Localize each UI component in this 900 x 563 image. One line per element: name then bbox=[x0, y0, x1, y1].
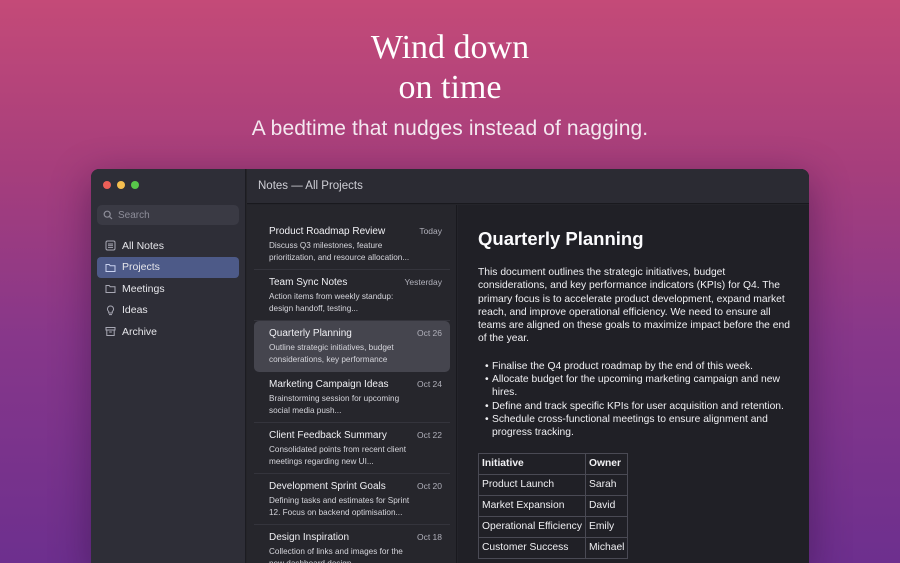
note-preview: Defining tasks and estimates for Sprint … bbox=[269, 496, 410, 517]
sidebar-nav: All Notes Projects Meetings Ideas Archiv… bbox=[97, 235, 239, 343]
note-title: Marketing Campaign Ideas bbox=[269, 379, 389, 390]
sidebar-item-label: Ideas bbox=[122, 304, 148, 316]
note-title: Design Inspiration bbox=[269, 532, 350, 543]
table-cell: Market Expansion bbox=[478, 494, 586, 517]
document-body: This document outlines the strategic ini… bbox=[478, 267, 790, 345]
table-header-cell: Owner bbox=[584, 452, 629, 475]
close-window-button[interactable] bbox=[103, 181, 111, 189]
hero-subtitle: A bedtime that nudges instead of nagging… bbox=[251, 117, 649, 140]
note-date: Oct 20 bbox=[416, 481, 442, 491]
table-cell: Operational Efficiency bbox=[478, 515, 586, 538]
search-field[interactable] bbox=[97, 205, 239, 225]
sidebar-item-label: Projects bbox=[122, 261, 160, 273]
bullet-item: Allocate budget for the upcoming marketi… bbox=[485, 373, 789, 400]
bullet-item: Schedule cross-functional meetings to en… bbox=[485, 413, 789, 440]
note-preview: Discuss Q3 milestones, feature prioritiz… bbox=[269, 241, 410, 262]
minimize-window-button[interactable] bbox=[117, 181, 125, 189]
hero-title-line2: on time bbox=[398, 69, 502, 106]
table-cell: Sarah bbox=[584, 473, 629, 496]
search-input[interactable] bbox=[118, 209, 228, 221]
sidebar-item-label: All Notes bbox=[122, 239, 165, 252]
window-title: Notes — All Projects bbox=[258, 180, 363, 192]
sidebar-item-all-notes[interactable]: All Notes bbox=[97, 235, 239, 256]
archive-box-icon bbox=[105, 327, 116, 336]
sidebar-item-label: Archive bbox=[122, 325, 158, 338]
note-list-item[interactable]: Team Sync Notes Yesterday Action items f… bbox=[254, 270, 450, 321]
sidebar-item-ideas[interactable]: Ideas bbox=[97, 300, 239, 321]
app-window: All Notes Projects Meetings Ideas bbox=[91, 169, 809, 563]
hero-title-line1: Wind down bbox=[370, 29, 530, 66]
notes-list: Product Roadmap Review Today Discuss Q3 … bbox=[247, 205, 457, 563]
window-toolbar: Notes — All Projects bbox=[247, 169, 809, 204]
table-header-cell: Initiative bbox=[478, 452, 586, 475]
note-editor[interactable]: Quarterly Planning This document outline… bbox=[458, 205, 809, 563]
note-list-item-selected[interactable]: Quarterly Planning Oct 26 Outline strate… bbox=[254, 321, 450, 372]
note-preview: Brainstorming session for upcoming socia… bbox=[269, 394, 400, 415]
note-list-item[interactable]: Marketing Campaign Ideas Oct 24 Brainsto… bbox=[254, 372, 450, 423]
table-row: Market Expansion David bbox=[478, 494, 629, 517]
bullet-item: Finalise the Q4 product roadmap by the e… bbox=[485, 360, 789, 374]
table-cell: David bbox=[584, 494, 629, 517]
note-title: Quarterly Planning bbox=[269, 328, 352, 339]
note-date: Oct 18 bbox=[416, 532, 442, 542]
table-row: Customer Success Michael bbox=[478, 536, 629, 559]
table-cell: Product Launch bbox=[478, 473, 586, 496]
document-title: Quarterly Planning bbox=[478, 228, 644, 249]
note-title: Client Feedback Summary bbox=[269, 430, 387, 441]
note-preview: Consolidated points from recent client m… bbox=[269, 445, 406, 466]
main-area: Notes — All Projects Product Roadmap Rev… bbox=[247, 169, 809, 563]
note-title: Team Sync Notes bbox=[269, 277, 348, 288]
document-bullets: Finalise the Q4 product roadmap by the e… bbox=[478, 360, 789, 440]
note-date: Yesterday bbox=[404, 277, 443, 287]
folder-icon bbox=[105, 285, 116, 293]
sidebar-item-meetings[interactable]: Meetings bbox=[97, 278, 239, 299]
note-list-item[interactable]: Product Roadmap Review Today Discuss Q3 … bbox=[254, 219, 450, 270]
search-icon bbox=[103, 210, 113, 220]
zoom-window-button[interactable] bbox=[131, 181, 139, 189]
table-cell: Customer Success bbox=[478, 536, 586, 559]
table-cell: Michael bbox=[584, 536, 629, 559]
note-date: Oct 26 bbox=[416, 328, 442, 338]
note-title: Development Sprint Goals bbox=[269, 481, 386, 492]
table-header-row: Initiative Owner bbox=[478, 452, 629, 475]
note-title: Product Roadmap Review bbox=[269, 226, 386, 237]
note-date: Today bbox=[419, 226, 442, 236]
note-preview: Collection of links and images for the n… bbox=[269, 547, 403, 563]
note-list-item[interactable]: Design Inspiration Oct 18 Collection of … bbox=[254, 525, 450, 563]
note-date: Oct 24 bbox=[416, 379, 442, 389]
sidebar: All Notes Projects Meetings Ideas bbox=[91, 169, 246, 563]
notes-list-icon bbox=[105, 240, 116, 251]
table-row: Product Launch Sarah bbox=[478, 473, 629, 496]
note-preview: Outline strategic initiatives, budget co… bbox=[269, 343, 394, 364]
sidebar-item-projects[interactable]: Projects bbox=[97, 256, 239, 278]
table-cell: Emily bbox=[584, 515, 629, 538]
note-list-item[interactable]: Development Sprint Goals Oct 20 Defining… bbox=[254, 474, 450, 525]
sidebar-item-label: Meetings bbox=[122, 282, 165, 295]
sidebar-item-archive[interactable]: Archive bbox=[97, 321, 239, 342]
lightbulb-icon bbox=[107, 304, 114, 315]
note-date: Oct 22 bbox=[416, 430, 442, 440]
initiatives-table: Initiative Owner Product Launch Sarah Ma… bbox=[478, 452, 629, 559]
folder-icon bbox=[105, 263, 116, 272]
note-list-item[interactable]: Client Feedback Summary Oct 22 Consolida… bbox=[254, 423, 450, 474]
window-controls bbox=[103, 181, 139, 189]
bullet-item: Define and track specific KPIs for user … bbox=[485, 400, 789, 414]
table-row: Operational Efficiency Emily bbox=[478, 515, 629, 538]
note-preview: Action items from weekly standup: design… bbox=[269, 292, 394, 313]
